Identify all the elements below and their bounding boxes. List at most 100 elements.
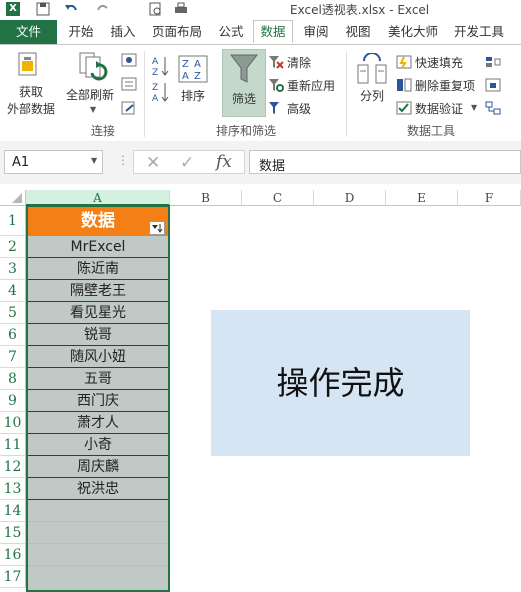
tab-developer[interactable]: 开发工具 (448, 20, 510, 44)
svg-text:Z: Z (194, 71, 201, 82)
row-header[interactable]: 8 (0, 368, 26, 390)
data-tools-group-label: 数据工具 (407, 124, 456, 138)
filter-label: 筛选 (232, 92, 257, 106)
svg-text:Z: Z (182, 59, 189, 70)
edit-links-icon[interactable] (121, 101, 137, 115)
reapply-icon (268, 78, 284, 92)
excel-logo-icon: X (6, 2, 20, 16)
formula-bar-grip-icon: ⋮ (117, 153, 129, 167)
tab-formulas[interactable]: 公式 (212, 20, 250, 44)
redo-icon[interactable] (96, 2, 110, 16)
cancel-entry-icon[interactable]: ✕ (146, 153, 160, 173)
row-header[interactable]: 7 (0, 346, 26, 368)
refresh-all-button[interactable]: 全部刷新 (66, 86, 114, 103)
what-if-analysis-icon[interactable] (485, 78, 501, 92)
row-header[interactable]: 17 (0, 566, 26, 588)
tab-page-layout[interactable]: 页面布局 (146, 20, 208, 44)
row-header[interactable]: 11 (0, 434, 26, 456)
external-data-icon (16, 51, 40, 79)
refresh-all-icon (78, 51, 108, 85)
name-box-dropdown-icon[interactable]: ▼ (91, 156, 97, 165)
insert-function-icon[interactable]: fx (216, 152, 232, 172)
row-header[interactable]: 5 (0, 302, 26, 324)
name-box[interactable]: A1 ▼ (4, 150, 103, 174)
refresh-dropdown-icon[interactable]: ▼ (90, 105, 96, 114)
advanced-button[interactable]: 高级 (287, 100, 311, 117)
row-header[interactable]: 14 (0, 500, 26, 522)
sort-az-icon[interactable]: AZ (152, 55, 170, 78)
column-header-b[interactable]: B (170, 190, 242, 206)
confirm-entry-icon[interactable]: ✓ (180, 153, 194, 173)
tab-data[interactable]: 数据 (253, 20, 293, 43)
operation-complete-shape[interactable]: 操作完成 (211, 310, 470, 456)
tab-insert[interactable]: 插入 (104, 20, 142, 44)
sort-za-icon[interactable]: ZA (152, 81, 170, 104)
advanced-filter-icon (268, 101, 284, 115)
relationships-icon[interactable] (485, 101, 501, 115)
selection-border (26, 205, 170, 592)
get-external-data-button[interactable]: 获取 外部数据 (0, 83, 62, 117)
connections-icon[interactable] (121, 53, 137, 67)
save-icon[interactable] (36, 2, 50, 16)
flash-fill-icon (396, 55, 412, 69)
row-header[interactable]: 9 (0, 390, 26, 412)
tab-view[interactable]: 视图 (339, 20, 377, 44)
sort-filter-group-label: 排序和筛选 (216, 124, 277, 138)
select-all-corner[interactable] (0, 190, 26, 206)
row-header[interactable]: 10 (0, 412, 26, 434)
column-header-a[interactable]: A (26, 190, 170, 206)
window-title: Excel透视表.xlsx - Excel (290, 3, 430, 17)
group-separator (346, 51, 347, 137)
tab-review[interactable]: 审阅 (297, 20, 335, 44)
row-header[interactable]: 16 (0, 544, 26, 566)
row-header[interactable]: 12 (0, 456, 26, 478)
tab-beautify[interactable]: 美化大师 (382, 20, 444, 44)
svg-text:Z: Z (152, 83, 158, 93)
print-preview-icon[interactable] (148, 2, 162, 16)
flash-fill-button[interactable]: 快速填充 (415, 54, 463, 71)
row-header[interactable]: 4 (0, 280, 26, 302)
tab-home[interactable]: 开始 (62, 20, 100, 44)
svg-text:A: A (194, 59, 201, 70)
validation-dropdown-icon[interactable]: ▼ (471, 103, 477, 112)
sort-icon: ZAAZ (178, 55, 208, 83)
row-header[interactable]: 13 (0, 478, 26, 500)
row-header[interactable]: 15 (0, 522, 26, 544)
formula-input-value: 数据 (259, 159, 286, 174)
group-separator (144, 51, 145, 137)
row-header[interactable]: 2 (0, 236, 26, 258)
connections-group-label: 连接 (91, 124, 116, 138)
column-header-c[interactable]: C (242, 190, 314, 206)
row-header[interactable]: 6 (0, 324, 26, 346)
filter-button[interactable]: 筛选 (222, 49, 266, 117)
undo-icon[interactable] (64, 2, 78, 16)
clear-filter-icon (268, 55, 284, 69)
operation-complete-text: 操作完成 (276, 364, 405, 402)
formula-input[interactable]: 数据 (249, 150, 521, 174)
print-icon[interactable] (174, 2, 188, 16)
svg-text:A: A (152, 57, 159, 67)
remove-duplicates-button[interactable]: 删除重复项 (415, 77, 475, 94)
column-header-e[interactable]: E (386, 190, 458, 206)
column-header-d[interactable]: D (314, 190, 386, 206)
name-box-value: A1 (12, 155, 30, 170)
column-header-f[interactable]: F (458, 190, 521, 206)
ribbon-tabs: 文件 开始 插入 页面布局 公式 数据 审阅 视图 美化大师 开发工具 (0, 20, 521, 44)
formula-bar: A1 ▼ ⋮ ✕ ✓ fx 数据 (0, 141, 521, 184)
consolidate-icon[interactable] (485, 55, 501, 69)
remove-duplicates-icon (396, 78, 412, 92)
text-to-columns-button[interactable]: 分列 (360, 87, 384, 104)
data-validation-button[interactable]: 数据验证 (415, 100, 463, 117)
get-external-data-label-2: 外部数据 (6, 102, 55, 116)
tab-file[interactable]: 文件 (0, 20, 57, 44)
row-header[interactable]: 3 (0, 258, 26, 280)
title-bar: X Excel透视表.xlsx - Excel (0, 0, 521, 20)
filter-funnel-icon (229, 54, 259, 84)
properties-icon[interactable] (121, 77, 137, 91)
sort-button[interactable]: 排序 (181, 87, 205, 104)
svg-text:A: A (152, 94, 159, 103)
reapply-button[interactable]: 重新应用 (287, 77, 335, 94)
clear-button[interactable]: 清除 (287, 54, 311, 71)
row-header[interactable]: 1 (0, 206, 26, 236)
svg-text:Z: Z (152, 68, 158, 77)
